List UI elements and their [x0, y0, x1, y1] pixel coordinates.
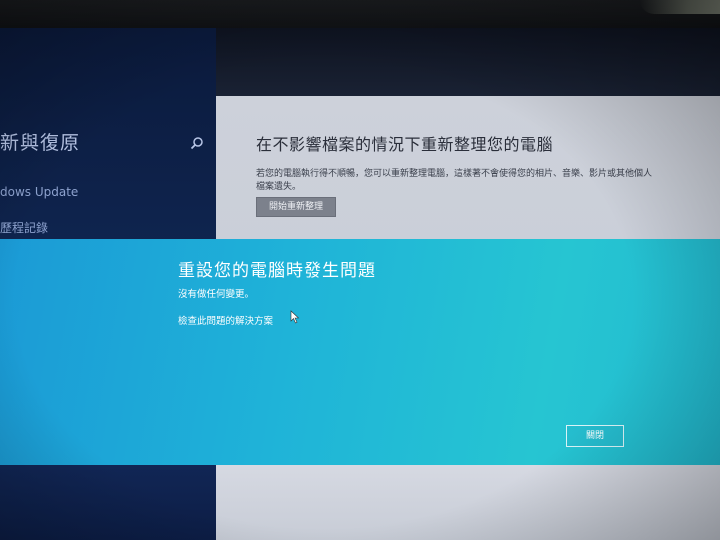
nav-item-history[interactable]: 歷程記錄: [0, 219, 48, 236]
nav-pane-bottom: [0, 465, 216, 540]
monitor-bezel: [0, 0, 720, 30]
screen: 新與復原 dows Update 歷程記錄 在不影響檔案的情況下重新整理您的電腦…: [0, 0, 720, 540]
content-pane-bottom: [216, 465, 720, 540]
refresh-section-title: 在不影響檔案的情況下重新整理您的電腦: [256, 135, 554, 154]
close-button[interactable]: 關閉: [566, 425, 624, 447]
dialog-message: 沒有做任何變更。: [178, 289, 255, 300]
search-icon[interactable]: [190, 135, 204, 150]
bezel-glare: [640, 0, 720, 14]
start-refresh-button[interactable]: 開始重新整理: [256, 197, 336, 217]
dialog-title: 重設您的電腦時發生問題: [178, 261, 376, 281]
nav-item-windows-update[interactable]: dows Update: [0, 185, 78, 199]
refresh-section-description: 若您的電腦執行得不順暢，您可以重新整理電腦，這樣著不會使得您的相片、音樂、影片或…: [256, 169, 653, 192]
check-solution-link[interactable]: 檢查此問題的解決方案: [178, 313, 273, 327]
content-header-area: [216, 28, 720, 98]
mouse-cursor-icon: [290, 309, 300, 324]
nav-pane-title: 新與復原: [0, 132, 81, 154]
